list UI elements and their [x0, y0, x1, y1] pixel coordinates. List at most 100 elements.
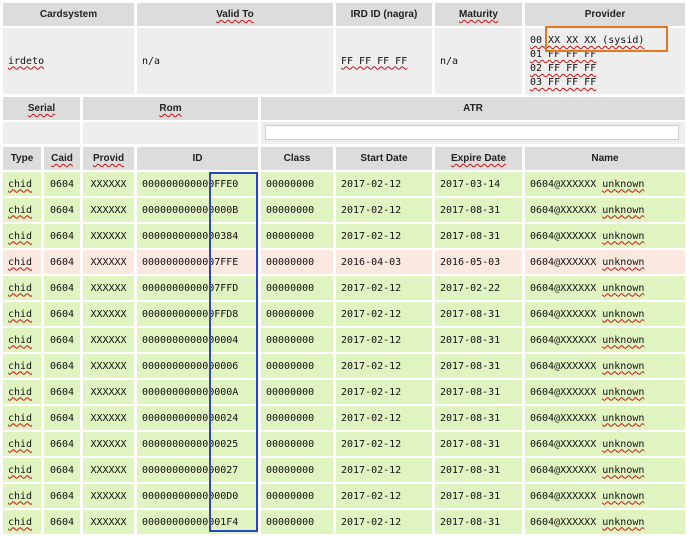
- cell-provid-text: XXXXXX: [90, 204, 127, 216]
- cell-start-date-text: 2017-02-12: [341, 308, 402, 320]
- cell-class: 00000000: [261, 406, 333, 430]
- cell-class: 00000000: [261, 354, 333, 378]
- cell-name: 0604@XXXXXX unknown: [525, 328, 685, 352]
- col-start-date: Start Date: [336, 147, 432, 170]
- cell-class: 00000000: [261, 432, 333, 456]
- cell-name: 0604@XXXXXX unknown: [525, 458, 685, 482]
- cell-start-date: 2017-02-12: [336, 458, 432, 482]
- cell-provid-text: XXXXXX: [90, 386, 127, 398]
- cell-caid: 0604: [44, 224, 80, 248]
- cell-expire-date: 2017-08-31: [435, 380, 522, 404]
- atr-field[interactable]: [265, 125, 679, 140]
- cell-provid: XXXXXX: [83, 250, 134, 274]
- cell-caid-text: 0604: [49, 438, 75, 450]
- cell-class: 00000000: [261, 172, 333, 196]
- cell-start-date-text: 2017-02-12: [341, 282, 402, 294]
- cell-start-date: 2017-02-12: [336, 354, 432, 378]
- cell-class-text: 00000000: [266, 490, 315, 502]
- cell-provid-text: XXXXXX: [90, 230, 127, 242]
- provider-line: 02 FF FF FF: [530, 63, 597, 74]
- cell-name-text: 0604@XXXXXX unknown: [530, 490, 645, 502]
- cell-start-date: 2017-02-12: [336, 198, 432, 222]
- cell-class: 00000000: [261, 198, 333, 222]
- cell-caid: 0604: [44, 432, 80, 456]
- cell-caid: 0604: [44, 458, 80, 482]
- cell-caid-text: 0604: [49, 334, 75, 346]
- cell-class-text: 00000000: [266, 464, 315, 476]
- cell-name: 0604@XXXXXX unknown: [525, 406, 685, 430]
- cell-provid-text: XXXXXX: [90, 334, 127, 346]
- cell-type-text: chid: [8, 282, 33, 294]
- cell-type-text: chid: [8, 256, 33, 268]
- cell-caid: 0604: [44, 510, 80, 534]
- cell-class: 00000000: [261, 510, 333, 534]
- col-class: Class: [261, 147, 333, 170]
- cell-start-date: 2016-04-03: [336, 250, 432, 274]
- cell-class-text: 00000000: [266, 308, 315, 320]
- col-type: Type: [3, 147, 41, 170]
- cell-name: 0604@XXXXXX unknown: [525, 276, 685, 300]
- cell-provid: XXXXXX: [83, 406, 134, 430]
- rom-value: [83, 122, 258, 144]
- cell-name: 0604@XXXXXX unknown: [525, 380, 685, 404]
- cell-expire-date: 2017-08-31: [435, 302, 522, 326]
- cell-class-text: 00000000: [266, 256, 315, 268]
- cell-expire-date-text: 2017-08-31: [440, 204, 501, 216]
- cell-start-date: 2017-02-12: [336, 172, 432, 196]
- cell-caid-text: 0604: [49, 360, 75, 372]
- cell-class-text: 00000000: [266, 334, 315, 346]
- cell-class: 00000000: [261, 224, 333, 248]
- header-atr: ATR: [261, 97, 685, 120]
- cell-caid: 0604: [44, 484, 80, 508]
- cell-type-text: chid: [8, 204, 33, 216]
- cell-provid: XXXXXX: [83, 328, 134, 352]
- cell-class-text: 00000000: [266, 438, 315, 450]
- cell-caid: 0604: [44, 328, 80, 352]
- cell-name-text: 0604@XXXXXX unknown: [530, 516, 645, 528]
- cell-type: chid: [3, 172, 41, 196]
- cell-class-text: 00000000: [266, 282, 315, 294]
- cell-provid: XXXXXX: [83, 198, 134, 222]
- cell-expire-date-text: 2017-02-22: [440, 282, 501, 294]
- cell-expire-date: 2017-08-31: [435, 458, 522, 482]
- cell-expire-date-text: 2017-08-31: [440, 438, 501, 450]
- cell-name-text: 0604@XXXXXX unknown: [530, 308, 645, 320]
- cell-provid-text: XXXXXX: [90, 178, 127, 190]
- cell-expire-date: 2017-08-31: [435, 432, 522, 456]
- cell-start-date: 2017-02-12: [336, 406, 432, 430]
- cell-provid-text: XXXXXX: [90, 282, 127, 294]
- cell-start-date-text: 2017-02-12: [341, 412, 402, 424]
- cell-class: 00000000: [261, 302, 333, 326]
- cell-class-text: 00000000: [266, 230, 315, 242]
- cell-caid: 0604: [44, 354, 80, 378]
- cell-provid: XXXXXX: [83, 458, 134, 482]
- header-maturity: Maturity: [435, 3, 522, 26]
- cell-name: 0604@XXXXXX unknown: [525, 198, 685, 222]
- cell-expire-date-text: 2017-08-31: [440, 412, 501, 424]
- cell-expire-date-text: 2017-08-31: [440, 334, 501, 346]
- cell-class: 00000000: [261, 458, 333, 482]
- col-name: Name: [525, 147, 685, 170]
- cell-start-date-text: 2017-02-12: [341, 230, 402, 242]
- cell-start-date: 2017-02-12: [336, 484, 432, 508]
- cell-provid-text: XXXXXX: [90, 516, 127, 528]
- cell-name: 0604@XXXXXX unknown: [525, 172, 685, 196]
- cell-expire-date-text: 2017-08-31: [440, 386, 501, 398]
- cell-class: 00000000: [261, 250, 333, 274]
- cell-provid: XXXXXX: [83, 432, 134, 456]
- cell-name: 0604@XXXXXX unknown: [525, 484, 685, 508]
- cell-expire-date-text: 2017-08-31: [440, 230, 501, 242]
- cell-class: 00000000: [261, 328, 333, 352]
- cell-name: 0604@XXXXXX unknown: [525, 250, 685, 274]
- cell-name-text: 0604@XXXXXX unknown: [530, 282, 645, 294]
- cell-type: chid: [3, 432, 41, 456]
- valid-to-value: n/a: [137, 28, 333, 94]
- cell-name: 0604@XXXXXX unknown: [525, 432, 685, 456]
- cell-name-text: 0604@XXXXXX unknown: [530, 438, 645, 450]
- cell-class-text: 00000000: [266, 386, 315, 398]
- cell-type-text: chid: [8, 230, 33, 242]
- cell-expire-date-text: 2017-08-31: [440, 516, 501, 528]
- cell-expire-date: 2017-08-31: [435, 328, 522, 352]
- cell-start-date-text: 2017-02-12: [341, 334, 402, 346]
- cell-start-date: 2017-02-12: [336, 276, 432, 300]
